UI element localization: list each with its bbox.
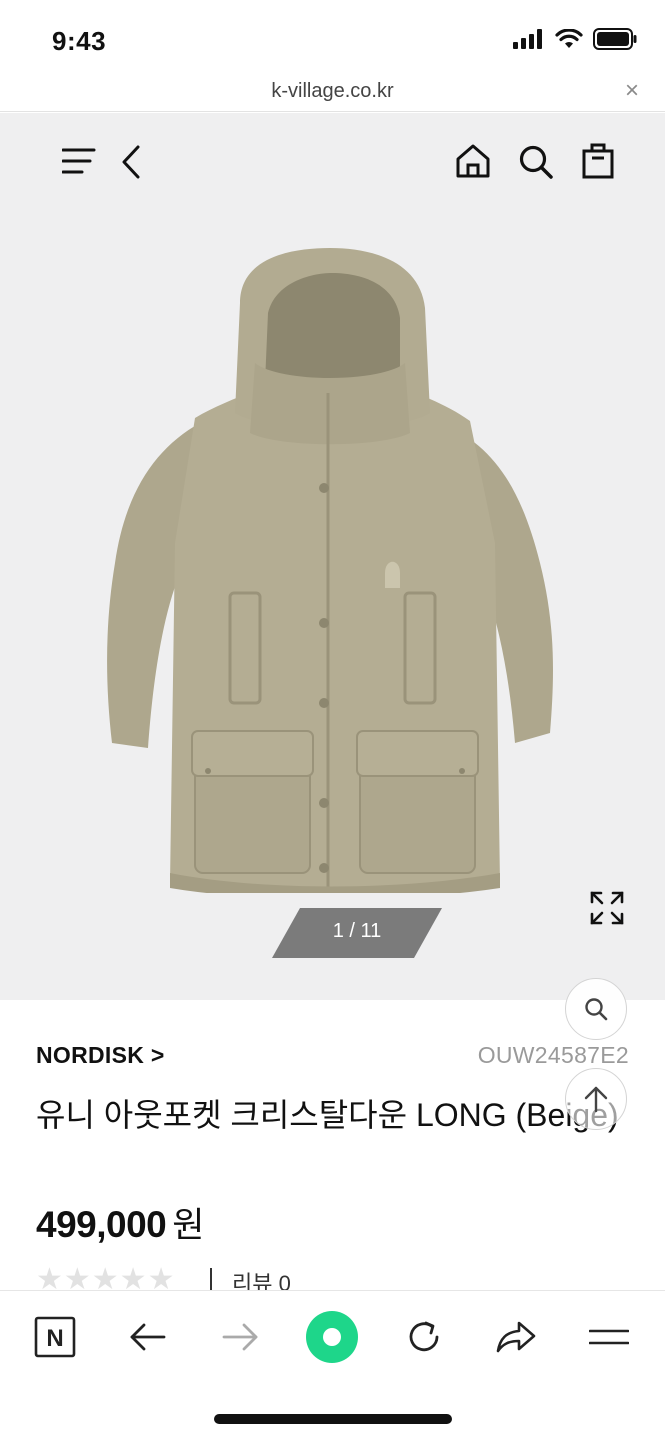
scroll-top-button[interactable] (565, 1068, 627, 1130)
green-dot-button[interactable] (302, 1307, 362, 1367)
search-icon (585, 998, 608, 1021)
share-button[interactable] (486, 1307, 546, 1367)
scroll-top-arrow-icon (584, 1086, 608, 1113)
forward-arrow-icon (222, 1323, 258, 1351)
svg-text:N: N (46, 1325, 63, 1352)
green-dot-icon (306, 1311, 358, 1363)
image-counter: 1 / 11 (272, 908, 442, 958)
url-text[interactable]: k-village.co.kr (0, 80, 665, 103)
expand-arrows-icon[interactable] (590, 891, 624, 925)
status-icons (513, 28, 637, 50)
review-divider (210, 1268, 212, 1290)
reload-button[interactable] (394, 1307, 454, 1367)
brand-link[interactable]: NORDISK > (36, 1042, 165, 1069)
back-chevron-icon[interactable] (120, 145, 142, 179)
reload-icon (409, 1321, 439, 1352)
product-title: 유니 아웃포켓 크리스탈다운 LONG (Beige) (36, 1097, 619, 1133)
menu-icon[interactable] (62, 146, 96, 176)
signal-icon (513, 29, 542, 49)
price-value: 499,000 (36, 1204, 167, 1245)
menu-lines-icon (589, 1329, 629, 1345)
status-bar: 9:43 (0, 0, 665, 76)
share-icon (496, 1321, 536, 1353)
url-bar[interactable]: k-village.co.kr × (0, 76, 665, 112)
home-indicator[interactable] (214, 1414, 452, 1424)
naver-button[interactable]: N (25, 1307, 85, 1367)
menu-button[interactable] (579, 1307, 639, 1367)
home-icon[interactable] (455, 143, 491, 179)
forward-button[interactable] (210, 1307, 270, 1367)
product-jacket-image (107, 248, 553, 893)
product-sku: OUW24587E2 (477, 1042, 629, 1068)
search-icon[interactable] (518, 144, 554, 180)
product-image-gallery[interactable]: 1 / 11 (0, 113, 665, 1000)
wifi-icon (555, 29, 583, 48)
back-arrow-icon (130, 1323, 166, 1351)
product-info: NORDISK > OUW24587E2 유니 아웃포켓 크리스탈다운 LONG… (0, 1000, 665, 1296)
naver-n-icon: N (34, 1316, 76, 1358)
status-time: 9:43 (52, 26, 107, 56)
counter-text: 1 / 11 (332, 920, 382, 942)
price-currency: 원 (172, 1206, 204, 1245)
close-icon[interactable]: × (625, 79, 639, 103)
back-button[interactable] (118, 1307, 178, 1367)
battery-icon (593, 28, 637, 50)
shopping-bag-icon[interactable] (582, 141, 614, 179)
floating-search-button[interactable] (565, 978, 627, 1040)
product-price: 499,000 원 (36, 1197, 204, 1248)
